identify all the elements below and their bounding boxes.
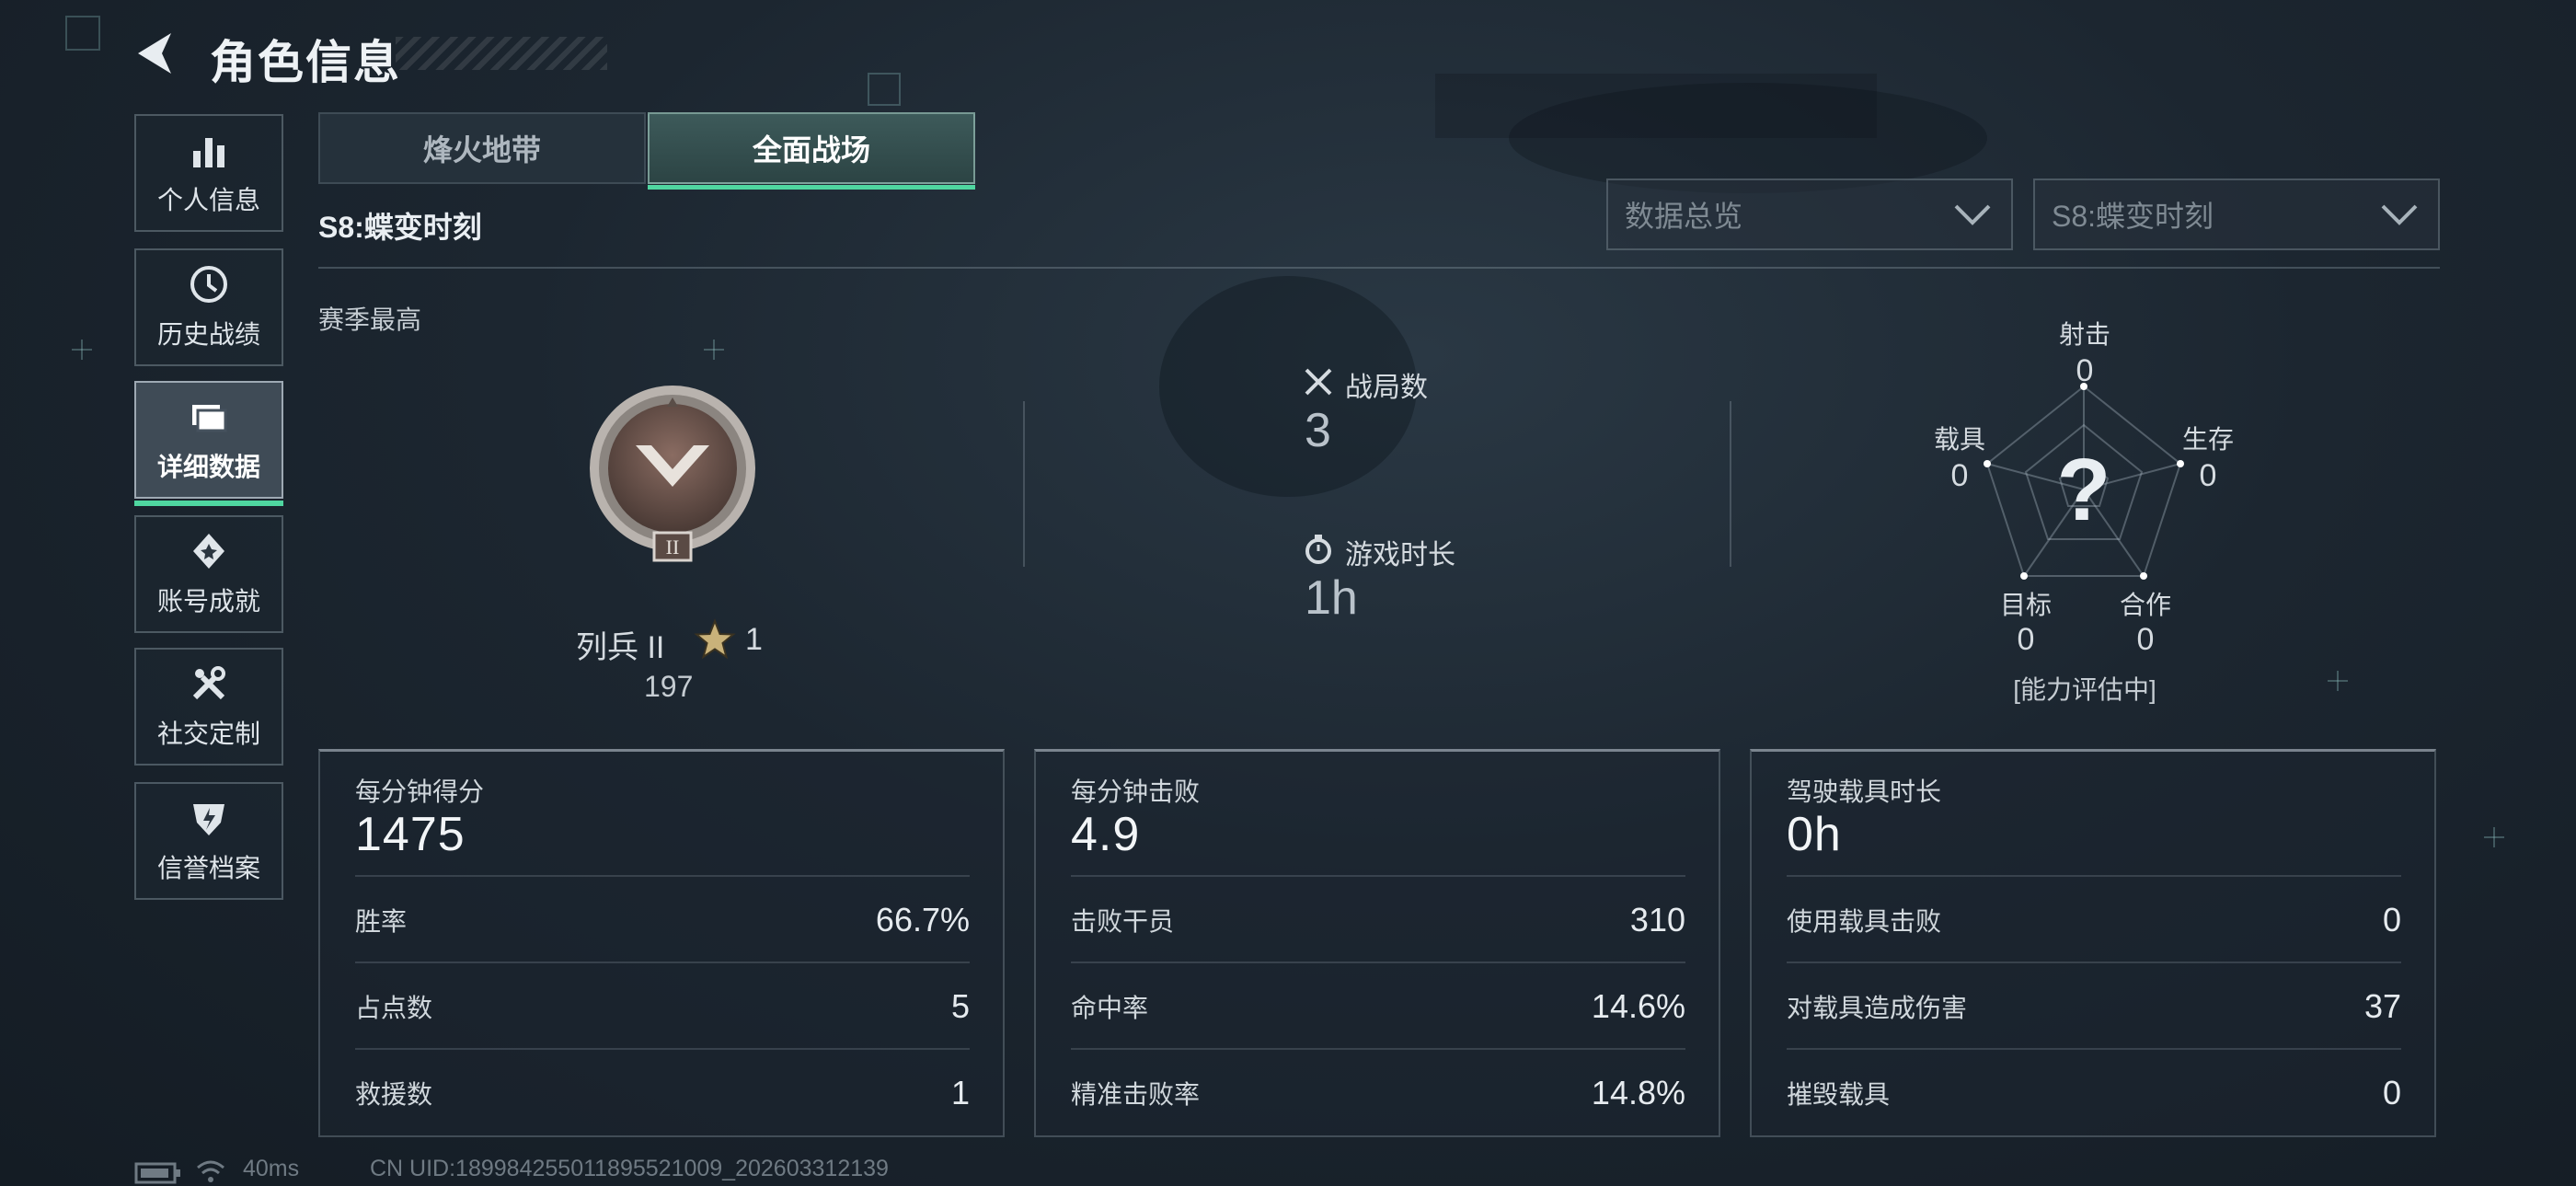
playtime-label: 游戏时长: [1345, 540, 1455, 570]
svg-text:II: II: [666, 535, 680, 558]
card-header-value: 1475: [355, 808, 466, 861]
stat-row: 命中率 14.6%: [1071, 961, 1685, 1050]
radar-value-cooperation: 0: [2136, 622, 2155, 657]
rank-badge-icon: II: [590, 386, 755, 562]
sidebar-item-social[interactable]: 社交定制: [134, 648, 283, 766]
stat-card-score: 每分钟得分 1475 胜率 66.7% 占点数 5 救援数 1: [318, 749, 1005, 1137]
stat-card-vehicle: 驾驶载具时长 0h 使用载具击败 0 对载具造成伤害 37 摧毁载具 0: [1750, 749, 2436, 1137]
stat-row-label: 救援数: [355, 1080, 433, 1109]
card-header-label: 每分钟击败: [1071, 777, 1201, 806]
season-title: S8:蝶变时刻: [318, 211, 482, 244]
stat-row: 胜率 66.7%: [355, 875, 970, 963]
radar-label-shooting: 射击: [2058, 320, 2110, 349]
sidebar-item-achievements[interactable]: 账号成就: [134, 515, 283, 633]
stat-row-label: 精准击败率: [1071, 1080, 1201, 1109]
stat-card-kills: 每分钟击败 4.9 击败干员 310 命中率 14.6% 精准击败率 14.8%: [1034, 749, 1720, 1137]
card-header-label: 驾驶载具时长: [1787, 777, 1942, 806]
tools-icon: [192, 666, 225, 700]
sidebar-item-credit[interactable]: 信誉档案: [134, 782, 283, 900]
card-header-value: 4.9: [1071, 808, 1141, 861]
stat-row: 击败干员 310: [1071, 875, 1685, 963]
stat-row-label: 击败干员: [1071, 907, 1175, 936]
sidebar-item-label: 信誉档案: [156, 854, 260, 882]
card-header-label: 每分钟得分: [355, 777, 485, 806]
sidebar-item-label: 社交定制: [156, 720, 260, 748]
history-icon: [190, 266, 227, 303]
radar-status: [能力评估中]: [2013, 675, 2156, 704]
stat-row-label: 命中率: [1071, 994, 1149, 1022]
divider: [1730, 401, 1731, 567]
season-best-label: 赛季最高: [318, 305, 422, 334]
sidebar-item-detailed-data[interactable]: 详细数据: [134, 381, 283, 506]
divider: [1023, 401, 1025, 567]
battery-icon: [134, 1162, 180, 1184]
stopwatch-icon: [1305, 535, 1331, 564]
matches-label: 战局数: [1345, 373, 1428, 403]
rank-score: 197: [644, 670, 694, 703]
page-title: 角色信息: [210, 37, 401, 88]
radar-value-shooting: 0: [2076, 353, 2094, 388]
divider: [318, 267, 2440, 269]
stat-row: 使用载具击败 0: [1787, 875, 2401, 963]
playtime-value: 1h: [1305, 571, 1358, 625]
category-dropdown-value: 数据总览: [1625, 200, 1743, 233]
rank-name: 列兵 II: [576, 630, 665, 665]
radar-value-objective: 0: [2017, 622, 2035, 657]
chevron-down-icon: [1954, 204, 1991, 225]
sidebar-item-label: 账号成就: [156, 587, 260, 616]
title-decoration: [396, 37, 607, 70]
star-icon: [694, 618, 736, 660]
wifi-icon: [197, 1160, 224, 1182]
tab-battlefield[interactable]: 全面战场: [648, 112, 975, 190]
stat-row-label: 对载具造成伤害: [1787, 994, 1968, 1022]
stat-row-value: 0: [2382, 1074, 2401, 1111]
stat-row-label: 摧毁载具: [1787, 1080, 1891, 1109]
stat-row: 对载具造成伤害 37: [1787, 961, 2401, 1050]
sidebar-item-label: 个人信息: [156, 186, 260, 214]
season-dropdown-value: S8:蝶变时刻: [2052, 200, 2214, 233]
season-dropdown[interactable]: S8:蝶变时刻: [2033, 178, 2440, 250]
stat-row-label: 占点数: [355, 994, 433, 1022]
sidebar-item-personal-info[interactable]: 个人信息: [134, 114, 283, 232]
radar-label-objective: 目标: [1999, 591, 2052, 619]
sidebar-item-label: 详细数据: [156, 453, 260, 481]
radar-value-survival: 0: [2199, 458, 2217, 493]
rank-star-count: 1: [745, 622, 763, 657]
back-arrow-icon[interactable]: [131, 28, 182, 79]
stat-row: 摧毁载具 0: [1787, 1048, 2401, 1136]
folder-icon: [192, 405, 227, 432]
stat-row-value: 0: [2382, 901, 2401, 938]
radar-label-cooperation: 合作: [2119, 591, 2171, 619]
stat-row-value: 37: [2363, 987, 2401, 1025]
stat-row-value: 310: [1629, 901, 1685, 938]
medal-icon: [193, 534, 224, 569]
shield-icon: [193, 804, 224, 835]
radar-label-vehicle: 载具: [1933, 425, 1985, 454]
stat-row-value: 14.8%: [1591, 1074, 1685, 1111]
stat-row-value: 1: [950, 1074, 970, 1111]
ping-value: 40ms: [243, 1156, 300, 1181]
category-dropdown[interactable]: 数据总览: [1606, 178, 2013, 250]
stat-row-value: 14.6%: [1591, 987, 1685, 1025]
sidebar-item-label: 历史战绩: [156, 320, 260, 349]
radar-value-vehicle: 0: [1950, 458, 1969, 493]
stat-row-value: 66.7%: [875, 901, 970, 938]
radar-center-mark: ?: [2056, 441, 2111, 539]
crossed-swords-icon: [1305, 368, 1332, 396]
radar-label-survival: 生存: [2181, 425, 2234, 454]
bar-chart-icon: [193, 138, 224, 167]
uid-text: CN UID:189984255011895521009_20260331213…: [370, 1156, 889, 1181]
card-header-value: 0h: [1787, 808, 1842, 861]
sidebar-item-history[interactable]: 历史战绩: [134, 248, 283, 366]
stat-row-label: 胜率: [355, 907, 408, 936]
stat-row-label: 使用载具击败: [1787, 907, 1942, 936]
chevron-down-icon: [2381, 204, 2418, 225]
matches-value: 3: [1305, 404, 1331, 457]
tab-warzone[interactable]: 烽火地带: [318, 112, 646, 184]
stat-row: 救援数 1: [355, 1048, 970, 1136]
stat-row-value: 5: [950, 987, 970, 1025]
stat-row: 精准击败率 14.8%: [1071, 1048, 1685, 1136]
stat-row: 占点数 5: [355, 961, 970, 1050]
